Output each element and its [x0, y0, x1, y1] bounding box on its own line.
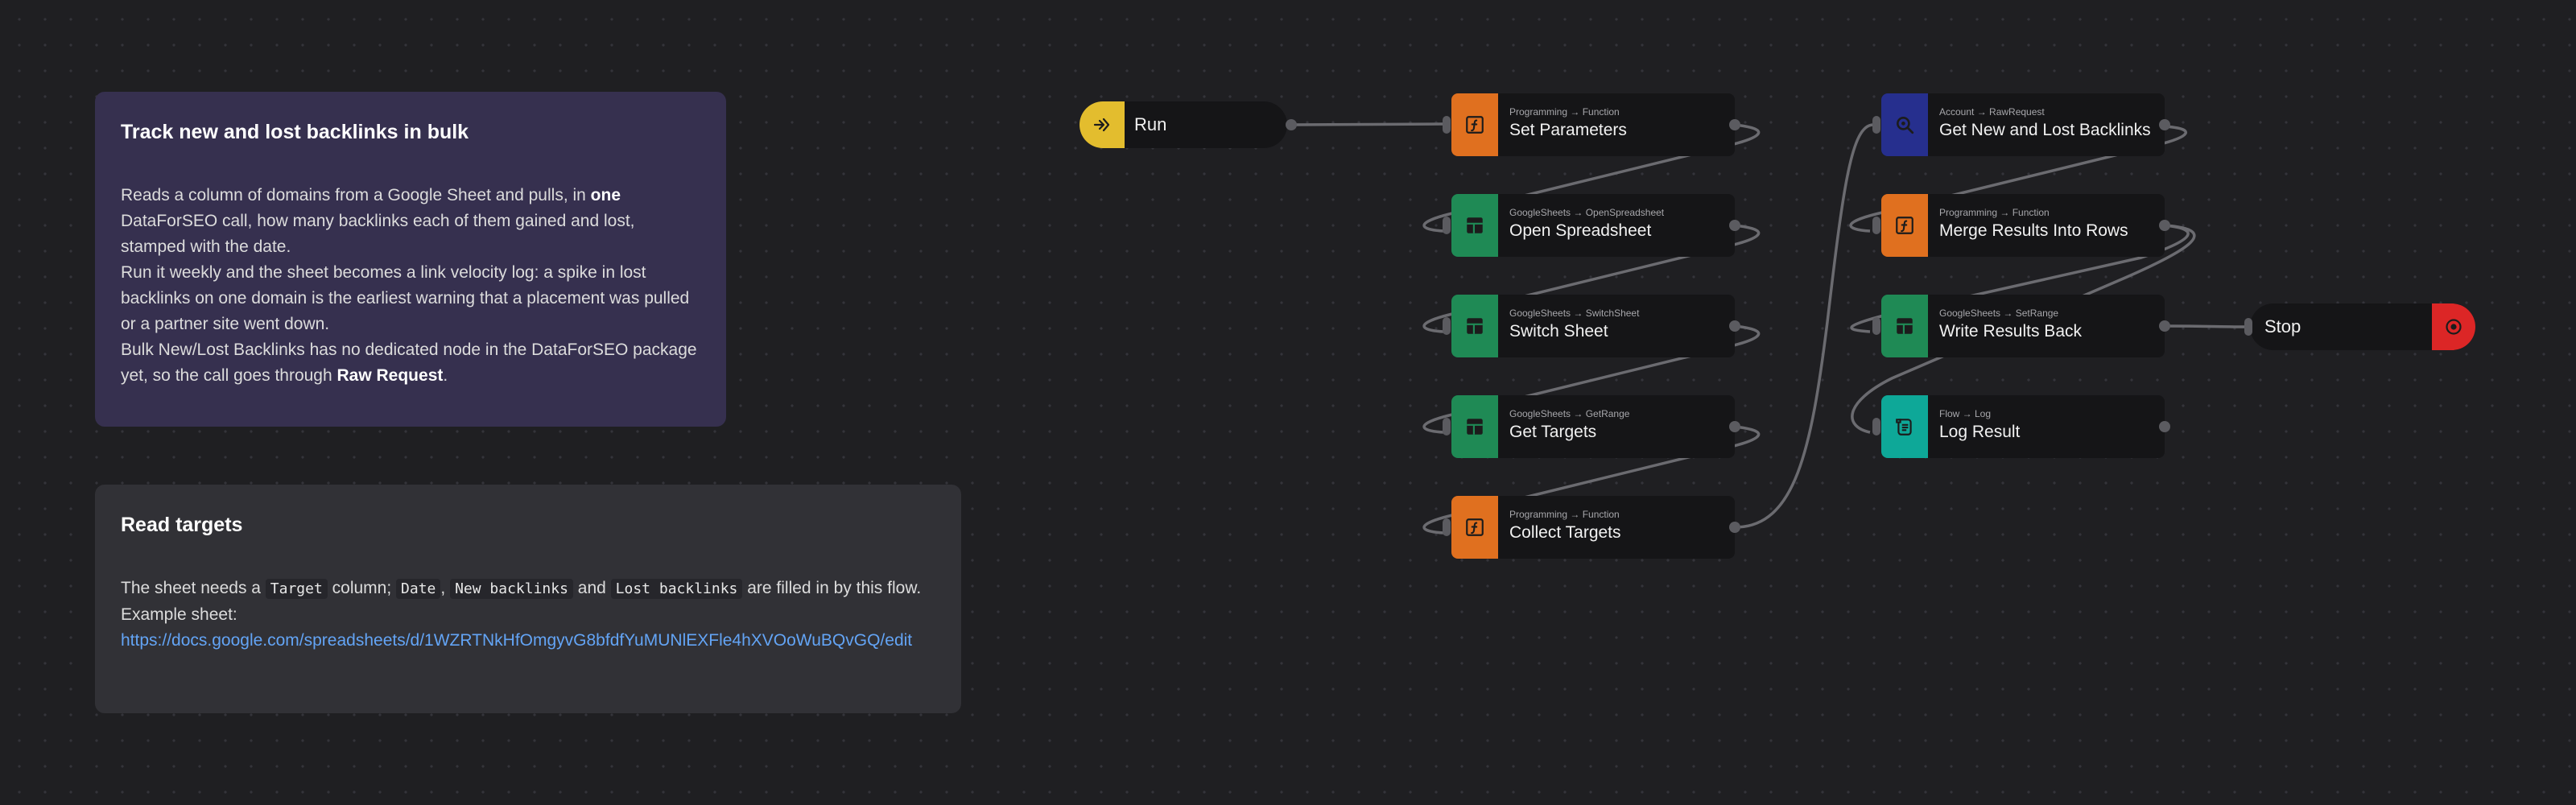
merge-results-input-port[interactable]: [1872, 217, 1880, 234]
collect-targets-output-port[interactable]: [1729, 522, 1740, 533]
node-log-result[interactable]: Flow → Log Log Result: [1881, 395, 2165, 458]
sheet-icon: [1467, 318, 1483, 334]
node-title: Get Targets: [1509, 423, 1597, 441]
node-subtitle: Programming → Function: [1939, 207, 2050, 218]
node-subtitle: Programming → Function: [1509, 509, 1620, 520]
sheet-icon: [1897, 318, 1913, 334]
run-output-port[interactable]: [1286, 119, 1297, 130]
log-icon: [1896, 419, 1912, 436]
run-icon: [1093, 118, 1110, 132]
node-collect-targets[interactable]: Programming → Function Collect Targets: [1451, 496, 1735, 559]
note-targets-example-label: Example sheet:: [121, 605, 237, 624]
log-result-output-port[interactable]: [2159, 421, 2170, 432]
note-targets-paragraph: The sheet needs a Target column; Date, N…: [121, 579, 922, 599]
node-subtitle: GoogleSheets → SwitchSheet: [1509, 308, 1640, 319]
get-backlinks-input-port[interactable]: [1872, 116, 1880, 134]
node-title: Log Result: [1939, 423, 2021, 441]
function-icon: [1466, 518, 1484, 536]
log-result-input-port[interactable]: [1872, 418, 1880, 436]
merge-results-output-port[interactable]: [2159, 220, 2170, 231]
note-intro-title: Track new and lost backlinks in bulk: [121, 121, 469, 143]
sheet-icon: [1467, 217, 1483, 233]
node-switch-sheet[interactable]: GoogleSheets → SwitchSheet Switch Sheet: [1451, 295, 1735, 357]
sheet-icon: [1467, 419, 1483, 435]
node-run-title: Run: [1134, 114, 1167, 134]
stop-icon: [2446, 319, 2462, 335]
stop-input-port[interactable]: [2244, 318, 2252, 336]
get-targets-output-port[interactable]: [1729, 421, 1740, 432]
wire-write-results-to-stop: [2164, 324, 2249, 328]
node-title: Open Spreadsheet: [1509, 221, 1652, 240]
node-title: Set Parameters: [1509, 121, 1627, 139]
set-parameters-input-port[interactable]: [1443, 116, 1451, 134]
node-get-new-and-lost-backlinks[interactable]: Account → RawRequest Get New and Lost Ba…: [1881, 93, 2165, 156]
node-subtitle: GoogleSheets → OpenSpreadsheet: [1509, 207, 1665, 218]
example-sheet-link[interactable]: https://docs.google.com/spreadsheets/d/1…: [121, 631, 912, 650]
node-title: Collect Targets: [1509, 523, 1621, 542]
node-get-targets[interactable]: GoogleSheets → GetRange Get Targets: [1451, 395, 1735, 458]
open-spreadsheet-input-port[interactable]: [1443, 217, 1451, 234]
note-intro-paragraph-1: Reads a column of domains from a Google …: [121, 186, 635, 256]
wire-run-to-set-parameters: [1290, 122, 1444, 126]
sticky-note-read-targets[interactable]: Read targets The sheet needs a Target co…: [95, 485, 961, 713]
node-title: Get New and Lost Backlinks: [1939, 121, 2151, 139]
run-icon-badge: [1080, 101, 1125, 148]
node-open-spreadsheet[interactable]: GoogleSheets → OpenSpreadsheet Open Spre…: [1451, 194, 1735, 257]
open-spreadsheet-output-port[interactable]: [1729, 220, 1740, 231]
node-title: Write Results Back: [1939, 322, 2082, 341]
node-subtitle: Account → RawRequest: [1939, 106, 2045, 118]
function-icon: [1466, 116, 1484, 134]
switch-sheet-output-port[interactable]: [1729, 320, 1740, 332]
set-parameters-output-port[interactable]: [1729, 119, 1740, 130]
note-targets-title: Read targets: [121, 514, 243, 536]
note-intro-paragraph-3: Bulk New/Lost Backlinks has no dedicated…: [121, 341, 697, 385]
node-subtitle: Flow → Log: [1939, 408, 1992, 419]
write-results-output-port[interactable]: [2159, 320, 2170, 332]
node-stop[interactable]: Stop: [2250, 303, 2475, 350]
search-icon: [1897, 117, 1914, 134]
node-subtitle: GoogleSheets → SetRange: [1939, 308, 2059, 319]
function-icon: [1896, 217, 1913, 234]
stop-icon-badge: [2432, 303, 2475, 350]
node-subtitle: GoogleSheets → GetRange: [1509, 408, 1630, 419]
sticky-note-intro[interactable]: Track new and lost backlinks in bulk Rea…: [95, 92, 726, 427]
node-title: Merge Results Into Rows: [1939, 221, 2128, 240]
node-subtitle: Programming → Function: [1509, 106, 1620, 118]
node-write-results-back[interactable]: GoogleSheets → SetRange Write Results Ba…: [1881, 295, 2165, 357]
note-intro-paragraph-2: Run it weekly and the sheet becomes a li…: [121, 263, 690, 333]
node-set-parameters[interactable]: Programming → Function Set Parameters: [1451, 93, 1735, 156]
node-run[interactable]: Run: [1080, 101, 1287, 148]
node-merge-results-into-rows[interactable]: Programming → Function Merge Results Int…: [1881, 194, 2165, 257]
switch-sheet-input-port[interactable]: [1443, 317, 1451, 335]
node-title: Switch Sheet: [1509, 322, 1608, 341]
write-results-input-port[interactable]: [1872, 317, 1880, 335]
collect-targets-input-port[interactable]: [1443, 518, 1451, 536]
wire-collect-targets-to-get-backlinks: [1734, 123, 1874, 529]
get-targets-input-port[interactable]: [1443, 418, 1451, 436]
get-backlinks-output-port[interactable]: [2159, 119, 2170, 130]
node-stop-title: Stop: [2264, 316, 2301, 336]
